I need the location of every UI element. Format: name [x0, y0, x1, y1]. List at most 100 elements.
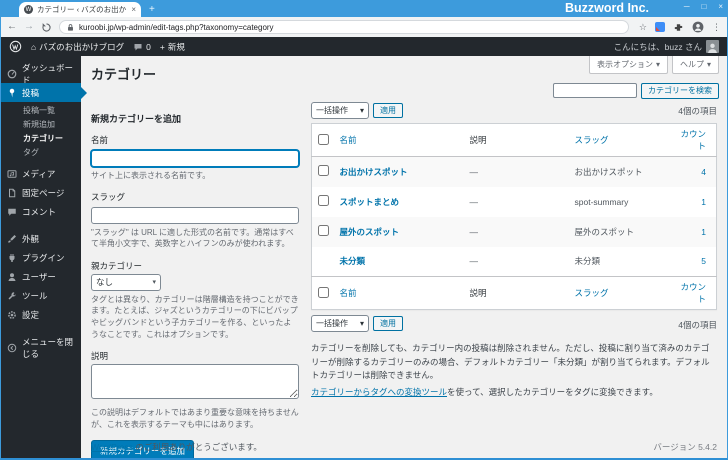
sidebar-label: 固定ページ [22, 187, 65, 198]
new-content-button[interactable]: + 新規 [160, 41, 185, 53]
sidebar-item-appearance[interactable]: 外観 [1, 229, 81, 248]
category-description-textarea[interactable] [91, 364, 299, 400]
sort-count-header[interactable]: カウント [680, 282, 706, 304]
wordpress-logo-icon[interactable] [9, 40, 22, 53]
sort-slug-header[interactable]: スラッグ [575, 135, 609, 145]
apply-button[interactable]: 適用 [373, 102, 403, 119]
plus-icon: + [159, 41, 165, 52]
table-row: 未分類 — 未分類 5 [312, 247, 717, 277]
category-count-link[interactable]: 1 [701, 227, 706, 237]
browser-toolbar: ← → kuroobi.jp/wp-admin/edit-tags.php?ta… [1, 17, 727, 37]
url-text: kuroobi.jp/wp-admin/edit-tags.php?taxono… [79, 22, 274, 32]
extensions-puzzle-icon[interactable] [673, 22, 684, 33]
help-button[interactable]: ヘルプ ▾ [671, 56, 719, 74]
category-name-link[interactable]: スポットまとめ [340, 197, 400, 207]
bookmark-star-icon[interactable]: ☆ [639, 22, 647, 33]
category-count-link[interactable]: 4 [701, 167, 706, 177]
new-tab-button[interactable]: + [149, 5, 155, 15]
bulk-actions-select[interactable]: 一括操作 ▾ [311, 315, 369, 332]
reload-icon[interactable] [41, 22, 52, 33]
row-checkbox[interactable] [318, 225, 329, 236]
parent-category-select[interactable]: なし ▾ [91, 273, 161, 291]
category-slug: spot-summary [574, 196, 629, 207]
bulk-actions-value: 一括操作 [316, 106, 348, 115]
sidebar-label: 設定 [22, 309, 40, 320]
select-all-checkbox[interactable] [318, 133, 329, 145]
parent-category-label: 親カテゴリー [91, 260, 143, 271]
site-link[interactable]: ⌂ バズのお出かけブログ [31, 41, 124, 53]
admin-sidebar: ダッシュボード 投稿 投稿一覧 新規追加 カテゴリー タグ メディア 固定ページ… [1, 56, 87, 458]
table-row: 屋外のスポット — 屋外のスポット 1 [311, 216, 717, 247]
screenshot-extension-icon[interactable] [655, 22, 665, 32]
category-count-link[interactable]: 1 [701, 197, 706, 207]
sidebar-item-comments[interactable]: コメント [1, 202, 81, 221]
appearance-brush-icon [8, 234, 16, 243]
comments-indicator[interactable]: 0 [133, 42, 151, 52]
sort-name-header[interactable]: 名前 [340, 288, 357, 298]
footer-thanks: WordPress のご利用ありがとうございます。 [91, 441, 262, 453]
main-content: カテゴリー 表示オプション ▾ ヘルプ ▾ カテゴリーを検索 新規カテゴリーを追… [81, 56, 727, 458]
sort-name-header[interactable]: 名前 [340, 135, 357, 145]
browser-menu-icon[interactable]: ⋮ [712, 22, 721, 33]
profile-avatar-icon[interactable] [692, 21, 704, 33]
category-name-link[interactable]: 未分類 [340, 256, 366, 266]
sidebar-item-tools[interactable]: ツール [1, 286, 81, 305]
table-header-row: 名前 説明 スラッグ カウント [311, 123, 717, 157]
bulk-actions-select[interactable]: 一括操作 ▾ [311, 102, 369, 119]
media-icon [7, 169, 17, 178]
comment-bubble-icon [134, 43, 142, 50]
category-count-link[interactable]: 5 [701, 256, 706, 266]
table-row: スポットまとめ — spot-summary 1 [312, 187, 717, 217]
search-input[interactable] [553, 83, 637, 99]
category-name-link[interactable]: 屋外のスポット [340, 227, 400, 237]
sort-count-header[interactable]: カウント [680, 129, 706, 151]
submenu-item-all-posts[interactable]: 投稿一覧 [1, 104, 81, 118]
user-greeting[interactable]: こんにちは、buzz さん [614, 41, 702, 53]
sidebar-item-plugins[interactable]: プラグイン [1, 248, 81, 267]
close-button[interactable]: × [718, 2, 723, 11]
apply-button[interactable]: 適用 [373, 315, 403, 332]
sidebar-item-dashboard[interactable]: ダッシュボード [1, 63, 81, 85]
category-name-input[interactable] [91, 149, 299, 167]
select-all-checkbox[interactable] [318, 286, 329, 298]
tab-title: カテゴリー ‹ バズのお出かけブログ — W [37, 5, 127, 14]
category-notes: カテゴリーを削除しても、カテゴリー内の投稿は削除されません。ただし、投稿に割り当… [311, 342, 717, 399]
sidebar-item-settings[interactable]: 設定 [1, 305, 81, 324]
submenu-item-add-new[interactable]: 新規追加 [1, 118, 81, 132]
user-avatar[interactable] [706, 40, 719, 53]
sidebar-item-posts[interactable]: 投稿 [1, 83, 87, 102]
tab-close-icon[interactable]: × [131, 5, 136, 14]
search-categories-button[interactable]: カテゴリーを検索 [641, 83, 719, 99]
row-checkbox[interactable] [318, 195, 329, 206]
submenu-item-tags[interactable]: タグ [1, 146, 81, 160]
category-slug-input[interactable] [91, 206, 299, 224]
convert-note: を使って、選択したカテゴリーをタグに変換できます。 [447, 386, 658, 397]
row-checkbox[interactable] [318, 165, 329, 177]
address-bar[interactable]: kuroobi.jp/wp-admin/edit-tags.php?taxono… [59, 20, 629, 34]
category-name-link[interactable]: お出かけスポット [340, 167, 408, 177]
submenu-item-categories[interactable]: カテゴリー [1, 132, 81, 146]
wordpress-footer-link[interactable]: WordPress [91, 442, 133, 452]
category-description: — [469, 226, 479, 237]
screen-options-button[interactable]: 表示オプション ▾ [588, 56, 668, 74]
site-name: バズのお出かけブログ [39, 41, 125, 52]
category-description: — [469, 196, 479, 207]
sidebar-item-media[interactable]: メディア [1, 164, 81, 183]
sidebar-item-collapse-menu[interactable]: メニューを閉じる [1, 336, 81, 359]
category-to-tag-converter-link[interactable]: カテゴリーからタグへの変換ツール [311, 387, 447, 397]
sidebar-label: プラグイン [22, 252, 65, 263]
chevron-down-icon: ▾ [152, 279, 156, 287]
maximize-button[interactable]: □ [701, 2, 706, 11]
sidebar-label: メニューを閉じる [22, 336, 74, 359]
sidebar-label: 外観 [22, 233, 40, 244]
browser-tab[interactable]: W カテゴリー ‹ バズのお出かけブログ — W × [19, 2, 141, 17]
forward-icon[interactable]: → [24, 22, 34, 32]
sidebar-item-users[interactable]: ユーザー [1, 267, 81, 286]
minimize-button[interactable]: ─ [684, 2, 690, 11]
categories-table: 名前 説明 スラッグ カウント お出かけスポット — お出かけスポット 4 スポ… [311, 123, 717, 310]
sort-slug-header[interactable]: スラッグ [575, 288, 609, 298]
back-icon[interactable]: ← [7, 22, 17, 32]
chevron-down-icon: ▾ [359, 106, 364, 115]
sidebar-item-pages[interactable]: 固定ページ [1, 183, 81, 202]
category-slug: 屋外のスポット [574, 226, 635, 237]
